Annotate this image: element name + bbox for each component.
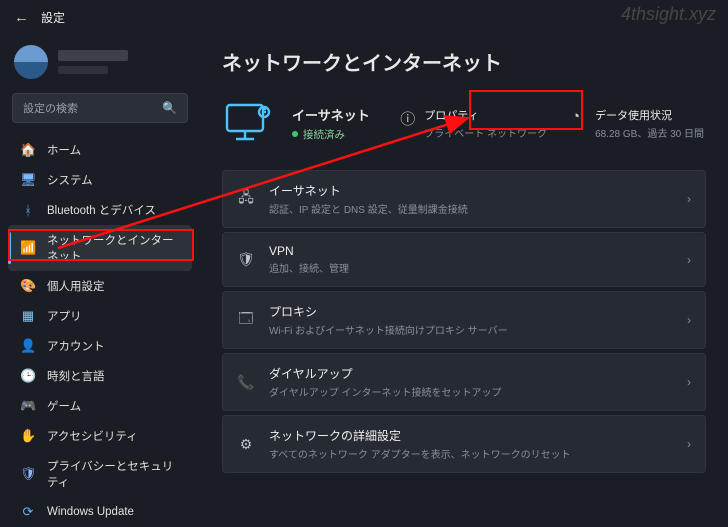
setting-row-0[interactable]: 🖧 イーサネット認証、IP 設定と DNS 設定、従量制課金接続 › (222, 170, 706, 228)
chevron-right-icon: › (687, 192, 691, 206)
properties-subtitle: プライベート ネットワーク (424, 125, 547, 140)
row-subtitle: Wi-Fi およびイーサネット接続向けプロキシ サーバー (269, 322, 673, 337)
sidebar-item-label: ネットワークとインターネット (47, 232, 180, 264)
sidebar-item-11[interactable]: ⟳ Windows Update (8, 497, 192, 527)
sidebar-item-label: Windows Update (47, 506, 134, 518)
row-title: ダイヤルアップ (269, 365, 673, 382)
sidebar-item-label: 個人用設定 (47, 278, 105, 294)
chevron-right-icon: › (687, 375, 691, 389)
data-usage-icon: ◔ (571, 108, 587, 125)
sidebar-item-9[interactable]: ✋ アクセシビリティ (8, 421, 192, 451)
sidebar-item-7[interactable]: 🕒 時刻と言語 (8, 361, 192, 391)
sidebar-item-5[interactable]: ▦ アプリ (8, 301, 192, 331)
network-status-card: イーサネット 接続済み ⓘ プロパティ プライベート ネットワーク ◔ (222, 94, 706, 164)
data-usage-button[interactable]: ◔ データ使用状況 68.28 GB、過去 30 日間 (571, 107, 704, 140)
sidebar-item-label: ホーム (47, 142, 81, 158)
row-icon: 🖧 (237, 187, 255, 211)
sidebar-item-label: プライバシーとセキュリティ (47, 458, 180, 490)
row-icon: 🗔 (237, 308, 255, 332)
sidebar-item-10[interactable]: 🛡 プライバシーとセキュリティ (8, 451, 192, 497)
properties-button[interactable]: ⓘ プロパティ プライベート ネットワーク (400, 107, 547, 140)
chevron-right-icon: › (687, 313, 691, 327)
row-subtitle: ダイヤルアップ インターネット接続をセットアップ (269, 384, 673, 399)
avatar (14, 45, 48, 79)
properties-title: プロパティ (424, 107, 547, 123)
setting-row-2[interactable]: 🗔 プロキシ Wi-Fi およびイーサネット接続向けプロキシ サーバー › (222, 291, 706, 349)
nav-icon: 🎨 (20, 278, 36, 294)
status-dot-icon (292, 131, 298, 137)
sidebar-item-label: ゲーム (47, 398, 81, 414)
nav-icon: 🛡 (20, 466, 36, 482)
connection-name: イーサネット (292, 105, 370, 124)
nav-icon: 🎮 (20, 398, 36, 414)
nav-icon: ▦ (20, 308, 36, 324)
setting-row-3[interactable]: 📞 ダイヤルアップダイヤルアップ インターネット接続をセットアップ › (222, 353, 706, 411)
sidebar-item-2[interactable]: ᚼ Bluetooth とデバイス (8, 195, 192, 225)
settings-list: 🖧 イーサネット認証、IP 設定と DNS 設定、従量制課金接続 › 🛡 VPN 追加、接… (222, 170, 706, 473)
nav-icon: 🕒 (20, 368, 36, 384)
data-usage-subtitle: 68.28 GB、過去 30 日間 (595, 125, 704, 140)
sidebar-item-6[interactable]: 👤 アカウント (8, 331, 192, 361)
sidebar-item-label: アカウント (47, 338, 105, 354)
sidebar-item-label: アプリ (47, 308, 82, 324)
sidebar-item-label: 時刻と言語 (47, 368, 105, 384)
sidebar-item-4[interactable]: 🎨 個人用設定 (8, 271, 192, 301)
chevron-right-icon: › (687, 253, 691, 267)
nav-icon: 🏠 (20, 142, 36, 158)
window-title: 設定 (41, 9, 65, 26)
row-icon: 📞 (237, 374, 255, 391)
row-title: プロキシ (269, 303, 673, 320)
chevron-right-icon: › (687, 437, 691, 451)
sidebar-item-label: Bluetooth とデバイス (47, 202, 156, 218)
user-profile[interactable] (8, 41, 192, 91)
data-usage-title: データ使用状況 (595, 107, 704, 123)
nav-icon: 📶 (20, 240, 36, 256)
row-icon: 🛡 (237, 251, 255, 268)
back-icon[interactable]: ← (14, 9, 29, 26)
row-title: ネットワークの詳細設定 (269, 427, 673, 444)
sidebar-item-label: アクセシビリティ (47, 428, 138, 444)
sidebar: 設定の検索 🔍 🏠 ホーム 🖥 システム ᚼ Bluetooth とデバイス 📶 ネットワーク… (0, 35, 200, 506)
row-subtitle: すべてのネットワーク アダプターを表示、ネットワークのリセット (269, 446, 673, 461)
nav-icon: ᚼ (20, 203, 36, 218)
search-placeholder: 設定の検索 (23, 100, 78, 116)
sidebar-item-8[interactable]: 🎮 ゲーム (8, 391, 192, 421)
page-title: ネットワークとインターネット (222, 47, 706, 76)
main-content: ネットワークとインターネット イーサネット 接続済み (200, 35, 728, 506)
nav-icon: 👤 (20, 338, 36, 354)
nav-icon: 🖥 (20, 172, 36, 188)
info-icon: ⓘ (400, 108, 416, 129)
row-title: VPN (269, 244, 673, 258)
sidebar-item-1[interactable]: 🖥 システム (8, 165, 192, 195)
row-title: イーサネット (269, 182, 673, 199)
row-subtitle: 追加、接続、管理 (269, 260, 673, 275)
setting-row-4[interactable]: ⚙ ネットワークの詳細設定すべてのネットワーク アダプターを表示、ネットワークのリ… (222, 415, 706, 473)
row-icon: ⚙ (237, 436, 255, 453)
search-input[interactable]: 設定の検索 🔍 (12, 93, 188, 123)
sidebar-item-3[interactable]: 📶 ネットワークとインターネット (8, 225, 192, 271)
nav-icon: ⟳ (20, 504, 36, 520)
user-name-redacted (58, 50, 128, 61)
search-icon: 🔍 (162, 101, 177, 115)
monitor-icon (224, 102, 272, 144)
sidebar-item-label: システム (47, 172, 93, 188)
sidebar-item-0[interactable]: 🏠 ホーム (8, 135, 192, 165)
connection-state: 接続済み (292, 127, 370, 142)
nav-icon: ✋ (20, 428, 36, 444)
setting-row-1[interactable]: 🛡 VPN 追加、接続、管理 › (222, 232, 706, 287)
titlebar: ← 設定 (0, 0, 728, 35)
row-subtitle: 認証、IP 設定と DNS 設定、従量制課金接続 (269, 201, 673, 216)
user-sub-redacted (58, 66, 108, 74)
